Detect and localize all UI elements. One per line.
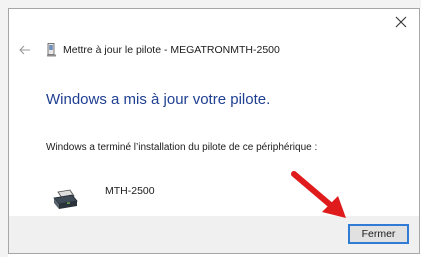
close-icon — [395, 16, 407, 28]
status-heading: Windows a mis à jour votre pilote. — [46, 91, 271, 108]
back-button[interactable] — [17, 42, 33, 58]
background-window — [0, 0, 421, 8]
background-window-edge — [0, 0, 8, 257]
printer-icon — [53, 189, 78, 209]
device-entry: MTH-2500 — [52, 184, 155, 212]
device-name: MTH-2500 — [105, 185, 155, 197]
screen: Mettre à jour le pilote - MEGATRONMTH-25… — [0, 0, 421, 257]
info-text: Windows a terminé l’installation du pilo… — [46, 142, 318, 153]
driver-icon — [47, 43, 56, 57]
close-button[interactable] — [389, 13, 413, 33]
update-driver-dialog: Mettre à jour le pilote - MEGATRONMTH-25… — [8, 8, 420, 254]
close-dialog-button[interactable]: Fermer — [348, 224, 409, 244]
dialog-title: Mettre à jour le pilote - MEGATRONMTH-25… — [63, 44, 280, 56]
dialog-footer: Fermer — [9, 216, 419, 253]
dialog-header: Mettre à jour le pilote - MEGATRONMTH-25… — [17, 41, 280, 59]
back-arrow-icon — [19, 45, 30, 55]
